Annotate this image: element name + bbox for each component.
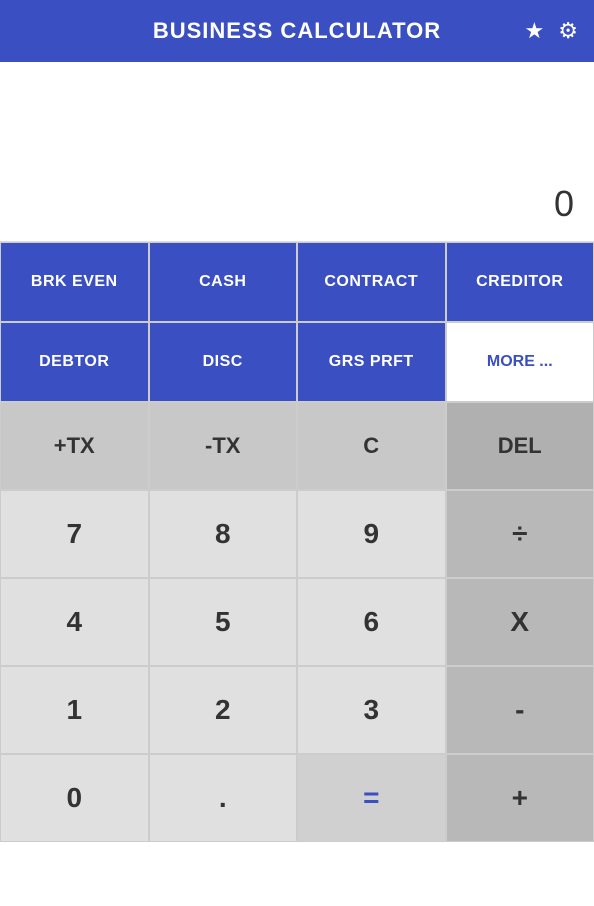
- button-8[interactable]: 8: [149, 490, 298, 578]
- creditor-button[interactable]: CREDITOR: [446, 242, 594, 322]
- sub-tax-button[interactable]: -TX: [149, 402, 298, 490]
- button-9[interactable]: 9: [297, 490, 446, 578]
- delete-button[interactable]: DEL: [446, 402, 594, 490]
- divide-button[interactable]: ÷: [446, 490, 594, 578]
- grs-prft-button[interactable]: GRS PRFT: [297, 322, 446, 402]
- button-2[interactable]: 2: [149, 666, 298, 754]
- add-tax-button[interactable]: +TX: [0, 402, 149, 490]
- button-grid: BRK EVEN CASH CONTRACT CREDITOR DEBTOR D…: [0, 242, 594, 842]
- contract-button[interactable]: CONTRACT: [297, 242, 446, 322]
- number-row-0: 0 . = +: [0, 754, 594, 842]
- cash-button[interactable]: CASH: [149, 242, 298, 322]
- add-button[interactable]: +: [446, 754, 594, 842]
- tax-row: +TX -TX C DEL: [0, 402, 594, 490]
- button-0[interactable]: 0: [0, 754, 149, 842]
- button-7[interactable]: 7: [0, 490, 149, 578]
- subtract-button[interactable]: -: [446, 666, 594, 754]
- app-title: BUSINESS CALCULATOR: [153, 18, 441, 44]
- equals-button[interactable]: =: [297, 754, 446, 842]
- number-row-789: 7 8 9 ÷: [0, 490, 594, 578]
- disc-button[interactable]: DISC: [149, 322, 298, 402]
- number-row-123: 1 2 3 -: [0, 666, 594, 754]
- button-6[interactable]: 6: [297, 578, 446, 666]
- decimal-button[interactable]: .: [149, 754, 298, 842]
- function-row-2: DEBTOR DISC GRS PRFT MORE ...: [0, 322, 594, 402]
- button-4[interactable]: 4: [0, 578, 149, 666]
- settings-icon[interactable]: ⚙: [558, 18, 578, 44]
- multiply-button[interactable]: X: [446, 578, 594, 666]
- display-value: 0: [554, 183, 574, 225]
- app-header: BUSINESS CALCULATOR ★ ⚙: [0, 0, 594, 62]
- star-icon[interactable]: ★: [525, 18, 545, 44]
- more-button[interactable]: MORE ...: [446, 322, 594, 402]
- debtor-button[interactable]: DEBTOR: [0, 322, 149, 402]
- function-row-1: BRK EVEN CASH CONTRACT CREDITOR: [0, 242, 594, 322]
- display-area: 0: [0, 62, 594, 242]
- number-row-456: 4 5 6 X: [0, 578, 594, 666]
- clear-button[interactable]: C: [297, 402, 446, 490]
- button-1[interactable]: 1: [0, 666, 149, 754]
- button-3[interactable]: 3: [297, 666, 446, 754]
- brk-even-button[interactable]: BRK EVEN: [0, 242, 149, 322]
- header-icons: ★ ⚙: [525, 18, 578, 44]
- button-5[interactable]: 5: [149, 578, 298, 666]
